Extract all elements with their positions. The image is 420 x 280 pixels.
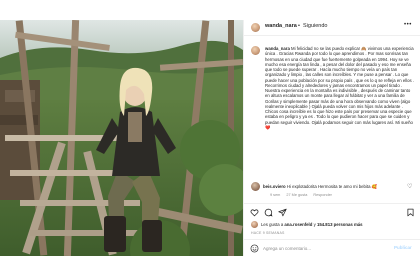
post-caption: wanda_nara Mi felicidad no se las puedo … bbox=[265, 46, 415, 130]
smiley-icon[interactable] bbox=[250, 244, 259, 253]
comment-reply-button[interactable]: Responder bbox=[313, 193, 332, 197]
woman-on-wooden-ladder-image bbox=[0, 20, 243, 256]
likes-connector: y bbox=[313, 222, 316, 227]
caption-username[interactable]: wanda_nara bbox=[265, 46, 290, 51]
author-avatar[interactable] bbox=[251, 23, 260, 32]
likes-text: Les gusta a ana.rosenfeld y 154.813 pers… bbox=[261, 222, 363, 227]
caption-author-avatar[interactable] bbox=[251, 46, 260, 55]
likes-prefix: Les gusta a bbox=[261, 222, 284, 227]
separator-dot: • bbox=[298, 23, 300, 29]
likes-count[interactable]: 154.813 personas más bbox=[317, 222, 363, 227]
heart-icon[interactable] bbox=[250, 208, 259, 217]
add-comment-bar: Publicar bbox=[244, 239, 420, 257]
comment-item: beis.oviero Hi explotadorita Hermosita t… bbox=[251, 182, 419, 197]
follow-status-button[interactable]: Siguiendo bbox=[303, 23, 327, 29]
comment-meta: 9 sem 27 Me gusta Responder bbox=[270, 193, 337, 197]
likes-summary: Les gusta a ana.rosenfeld y 154.813 pers… bbox=[251, 221, 419, 230]
liker-avatar[interactable] bbox=[251, 221, 258, 228]
bookmark-icon[interactable] bbox=[406, 208, 415, 217]
comment-text: Hi explotadorita Hermosita te amo mi beb… bbox=[286, 184, 378, 189]
post-date: HACE 9 SEMANAS bbox=[251, 231, 285, 235]
post-side-panel: wanda_nara • Siguiendo ••• wanda_nara Mi… bbox=[243, 20, 420, 256]
post-photo[interactable] bbox=[0, 20, 243, 256]
author-username[interactable]: wanda_nara bbox=[265, 23, 297, 29]
comment-time: 9 sem bbox=[270, 193, 281, 197]
post-header: wanda_nara • Siguiendo ••• bbox=[244, 20, 420, 36]
liker-username[interactable]: ana.rosenfeld bbox=[284, 222, 312, 227]
publish-button[interactable]: Publicar bbox=[394, 245, 412, 250]
post-actions: Les gusta a ana.rosenfeld y 154.813 pers… bbox=[244, 203, 420, 256]
commenter-avatar[interactable] bbox=[251, 182, 260, 191]
more-dots-icon[interactable]: ••• bbox=[404, 22, 412, 28]
comment-bubble-icon[interactable] bbox=[264, 208, 273, 217]
comment-body: beis.oviero Hi explotadorita Hermosita t… bbox=[263, 184, 377, 190]
caption-text: Mi felicidad no se las puedo explicar 🙈 … bbox=[265, 46, 415, 130]
comment-like-heart-icon[interactable]: ♡ bbox=[407, 183, 412, 190]
caption-area: wanda_nara Mi felicidad no se las puedo … bbox=[244, 39, 420, 189]
comment-input[interactable] bbox=[263, 244, 383, 253]
paper-plane-icon[interactable] bbox=[278, 208, 287, 217]
comment-likes[interactable]: 27 Me gusta bbox=[286, 193, 307, 197]
commenter-username[interactable]: beis.oviero bbox=[263, 184, 286, 189]
